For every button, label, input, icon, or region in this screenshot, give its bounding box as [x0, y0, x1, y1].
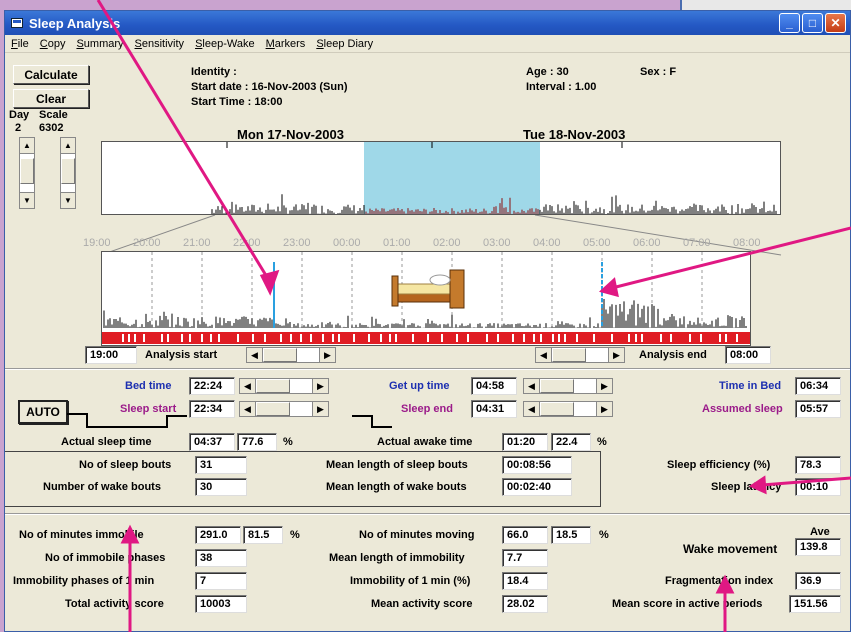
annotation-arrows [96, 0, 851, 632]
